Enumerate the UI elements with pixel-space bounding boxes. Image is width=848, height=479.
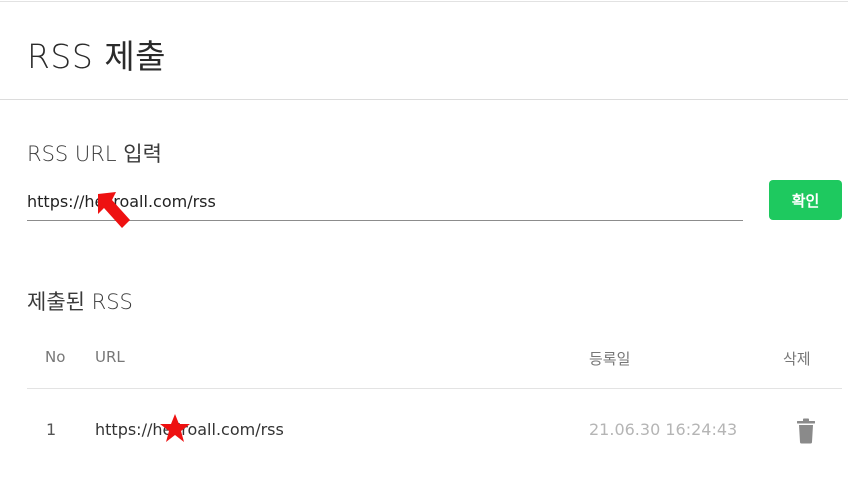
submitted-rss-heading: 제출된 RSS (27, 290, 133, 314)
trash-icon (797, 418, 815, 444)
row-number: 1 (46, 420, 57, 439)
page-title: RSS 제출 (27, 37, 167, 76)
row-date: 21.06.30 16:24:43 (589, 420, 738, 439)
confirm-button[interactable]: 확인 (769, 180, 842, 220)
red-star-annotation (160, 414, 190, 442)
page-header: RSS 제출 (0, 2, 848, 100)
rss-url-input-heading: RSS URL 입력 (27, 142, 162, 166)
column-header-delete: 삭제 (783, 350, 811, 368)
column-header-date: 등록일 (589, 350, 631, 368)
table-row: 1 https://hellroall.com/rss 21.06.30 16:… (27, 389, 842, 465)
delete-button[interactable] (795, 418, 817, 444)
column-header-no: No (45, 348, 66, 366)
submitted-rss-table: No URL 등록일 삭제 1 https://hellroall.com/rs… (27, 335, 842, 465)
column-header-url: URL (95, 348, 125, 366)
red-arrow-annotation (98, 192, 130, 228)
table-header-row: No URL 등록일 삭제 (27, 335, 842, 389)
